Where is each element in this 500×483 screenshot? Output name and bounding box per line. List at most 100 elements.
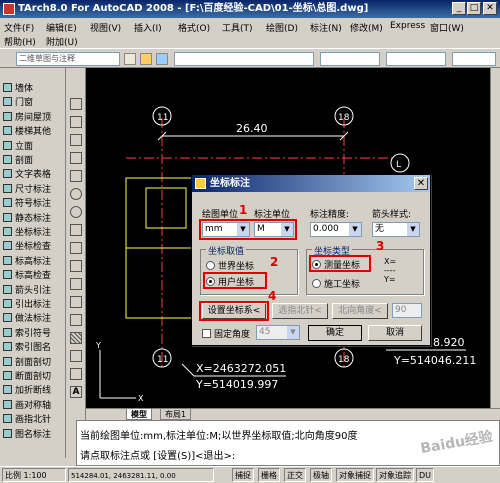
menu-view[interactable]: 视图(V) xyxy=(90,21,121,34)
sidebar-item[interactable]: 楼梯其他 xyxy=(3,125,51,139)
menu-modify[interactable]: 修改(M) xyxy=(350,21,383,34)
table-icon[interactable] xyxy=(70,368,82,380)
sidebar-item[interactable]: 剖面剖切 xyxy=(3,356,51,370)
sidebar-item[interactable]: 箭头引注 xyxy=(3,284,51,298)
sidebar-item[interactable]: 做法标注 xyxy=(3,312,51,326)
menu-draw[interactable]: 绘图(D) xyxy=(266,21,298,34)
revcloud-icon[interactable] xyxy=(70,224,82,236)
dialog-close-button[interactable]: ✕ xyxy=(414,177,428,190)
menu-express[interactable]: Express xyxy=(390,21,425,31)
sidebar-item[interactable]: 尺寸标注 xyxy=(3,183,51,197)
menu-help[interactable]: 帮助(H) xyxy=(4,35,36,48)
make-block-icon[interactable] xyxy=(70,296,82,308)
menu-addon[interactable]: 附加(U) xyxy=(46,35,78,48)
linetype-combo[interactable] xyxy=(386,52,446,66)
tab-layout1[interactable]: 布局1 xyxy=(160,409,192,420)
precision-value: 0.000 xyxy=(313,224,339,234)
app-icon[interactable] xyxy=(3,3,15,15)
sidebar-item[interactable]: 符号标注 xyxy=(3,197,51,211)
sidebar-item[interactable]: 标高检查 xyxy=(3,269,51,283)
arrow-style-select[interactable]: 无 ▼ xyxy=(372,222,420,237)
menu-dimension[interactable]: 标注(N) xyxy=(310,21,342,34)
menu-insert[interactable]: 插入(I) xyxy=(134,21,162,34)
sidebar-item[interactable]: 标高标注 xyxy=(3,255,51,269)
sidebar-item[interactable]: 图名标注 xyxy=(3,428,51,442)
menu-format[interactable]: 格式(O) xyxy=(178,21,210,34)
sidebar-item[interactable]: 画指北针 xyxy=(3,413,51,427)
drawing-unit-select[interactable]: mm ▼ xyxy=(202,222,250,237)
world-coord-radio[interactable]: 世界坐标 xyxy=(206,259,254,272)
sidebar-item[interactable]: 门窗 xyxy=(3,96,33,110)
annot-unit-select[interactable]: M ▼ xyxy=(254,222,294,237)
sidebar-item[interactable]: 画对称轴 xyxy=(3,399,51,413)
workspace-combo[interactable]: 二维草图与注释 xyxy=(16,52,120,66)
rectangle-icon[interactable] xyxy=(70,170,82,182)
cancel-button[interactable]: 取消 xyxy=(368,325,422,341)
insert-block-icon[interactable] xyxy=(70,278,82,290)
sidebar-item[interactable]: 文字表格 xyxy=(3,168,51,182)
sidebar-item[interactable]: 加折断线 xyxy=(3,384,51,398)
minimize-button[interactable]: _ xyxy=(452,2,466,15)
region-icon[interactable] xyxy=(70,350,82,362)
arc-icon[interactable] xyxy=(70,188,82,200)
spline-icon[interactable] xyxy=(70,242,82,254)
fixed-angle-select[interactable]: 45 ▼ xyxy=(256,325,300,340)
ok-button[interactable]: 确定 xyxy=(308,325,362,341)
precision-select[interactable]: 0.000 ▼ xyxy=(310,222,362,237)
mtext-icon[interactable]: A xyxy=(70,386,82,398)
color-combo[interactable] xyxy=(320,52,380,66)
layer-combo[interactable] xyxy=(174,52,314,66)
menu-tools[interactable]: 工具(T) xyxy=(222,21,253,34)
sidebar-item[interactable]: 剖面 xyxy=(3,154,33,168)
menu-window[interactable]: 窗口(W) xyxy=(430,21,464,34)
maximize-button[interactable]: □ xyxy=(467,2,481,15)
sidebar-item[interactable]: 坐标检查 xyxy=(3,240,51,254)
ortho-toggle[interactable]: 正交 xyxy=(284,468,306,482)
sidebar-item[interactable]: 房间屋顶 xyxy=(3,111,51,125)
otrack-toggle[interactable]: 对象追踪 xyxy=(376,468,414,482)
folder-icon[interactable] xyxy=(140,53,152,65)
circle-icon[interactable] xyxy=(70,206,82,218)
sidebar-item[interactable]: 墙体 xyxy=(3,82,33,96)
hatch-icon[interactable] xyxy=(70,332,82,344)
north-angle-input[interactable]: 90 xyxy=(392,303,422,318)
sidebar-item[interactable]: 断面剖切 xyxy=(3,370,51,384)
fixed-angle-checkbox[interactable]: 固定角度 xyxy=(202,327,250,340)
scale-readout[interactable]: 比例 1:100 xyxy=(2,468,66,482)
sidebar-item[interactable]: 静态标注 xyxy=(3,212,51,226)
set-coord-system-button[interactable]: 设置坐标系< xyxy=(202,303,266,319)
grid-toggle[interactable]: 栅格 xyxy=(258,468,280,482)
construction-coord-radio[interactable]: 施工坐标 xyxy=(312,277,360,290)
ellipse-icon[interactable] xyxy=(70,260,82,272)
north-angle-button[interactable]: 北向角度< xyxy=(332,303,388,319)
sidebar-item[interactable]: 坐标标注 xyxy=(3,226,51,240)
menu-edit[interactable]: 编辑(E) xyxy=(46,21,77,34)
menu-file[interactable]: 文件(F) xyxy=(4,21,34,34)
lineweight-combo[interactable] xyxy=(452,52,496,66)
measured-coord-radio[interactable]: 测量坐标 xyxy=(312,258,360,271)
toolbar: 二维草图与注释 xyxy=(0,48,500,68)
construction-line-icon[interactable] xyxy=(70,116,82,128)
sidebar-item[interactable]: 立面 xyxy=(3,140,33,154)
sidebar-item[interactable]: 索引图名 xyxy=(3,341,51,355)
user-coord-radio[interactable]: 用户坐标 xyxy=(206,275,254,288)
sidebar-item[interactable]: 引出标注 xyxy=(3,298,51,312)
snap-toggle[interactable]: 捕捉 xyxy=(232,468,254,482)
line-icon[interactable] xyxy=(70,98,82,110)
polar-toggle[interactable]: 极轴 xyxy=(310,468,332,482)
sidebar-item[interactable]: 索引符号 xyxy=(3,327,51,341)
layer-icon[interactable] xyxy=(156,53,168,65)
point-icon[interactable] xyxy=(70,314,82,326)
radio-selected-icon xyxy=(206,277,215,286)
close-button[interactable]: ✕ xyxy=(483,2,497,15)
pick-north-arrow-button[interactable]: 选指北针< xyxy=(272,303,328,319)
tab-model[interactable]: 模型 xyxy=(126,409,152,420)
sidebar-item-label: 箭头引注 xyxy=(15,285,52,296)
settings-icon[interactable] xyxy=(124,53,136,65)
ducs-toggle[interactable]: DU xyxy=(416,468,435,482)
osnap-toggle[interactable]: 对象捕捉 xyxy=(336,468,374,482)
vertical-scrollbar[interactable] xyxy=(490,68,500,408)
polygon-icon[interactable] xyxy=(70,152,82,164)
polyline-icon[interactable] xyxy=(70,134,82,146)
sidebar-item-label: 剖面剖切 xyxy=(15,357,52,368)
